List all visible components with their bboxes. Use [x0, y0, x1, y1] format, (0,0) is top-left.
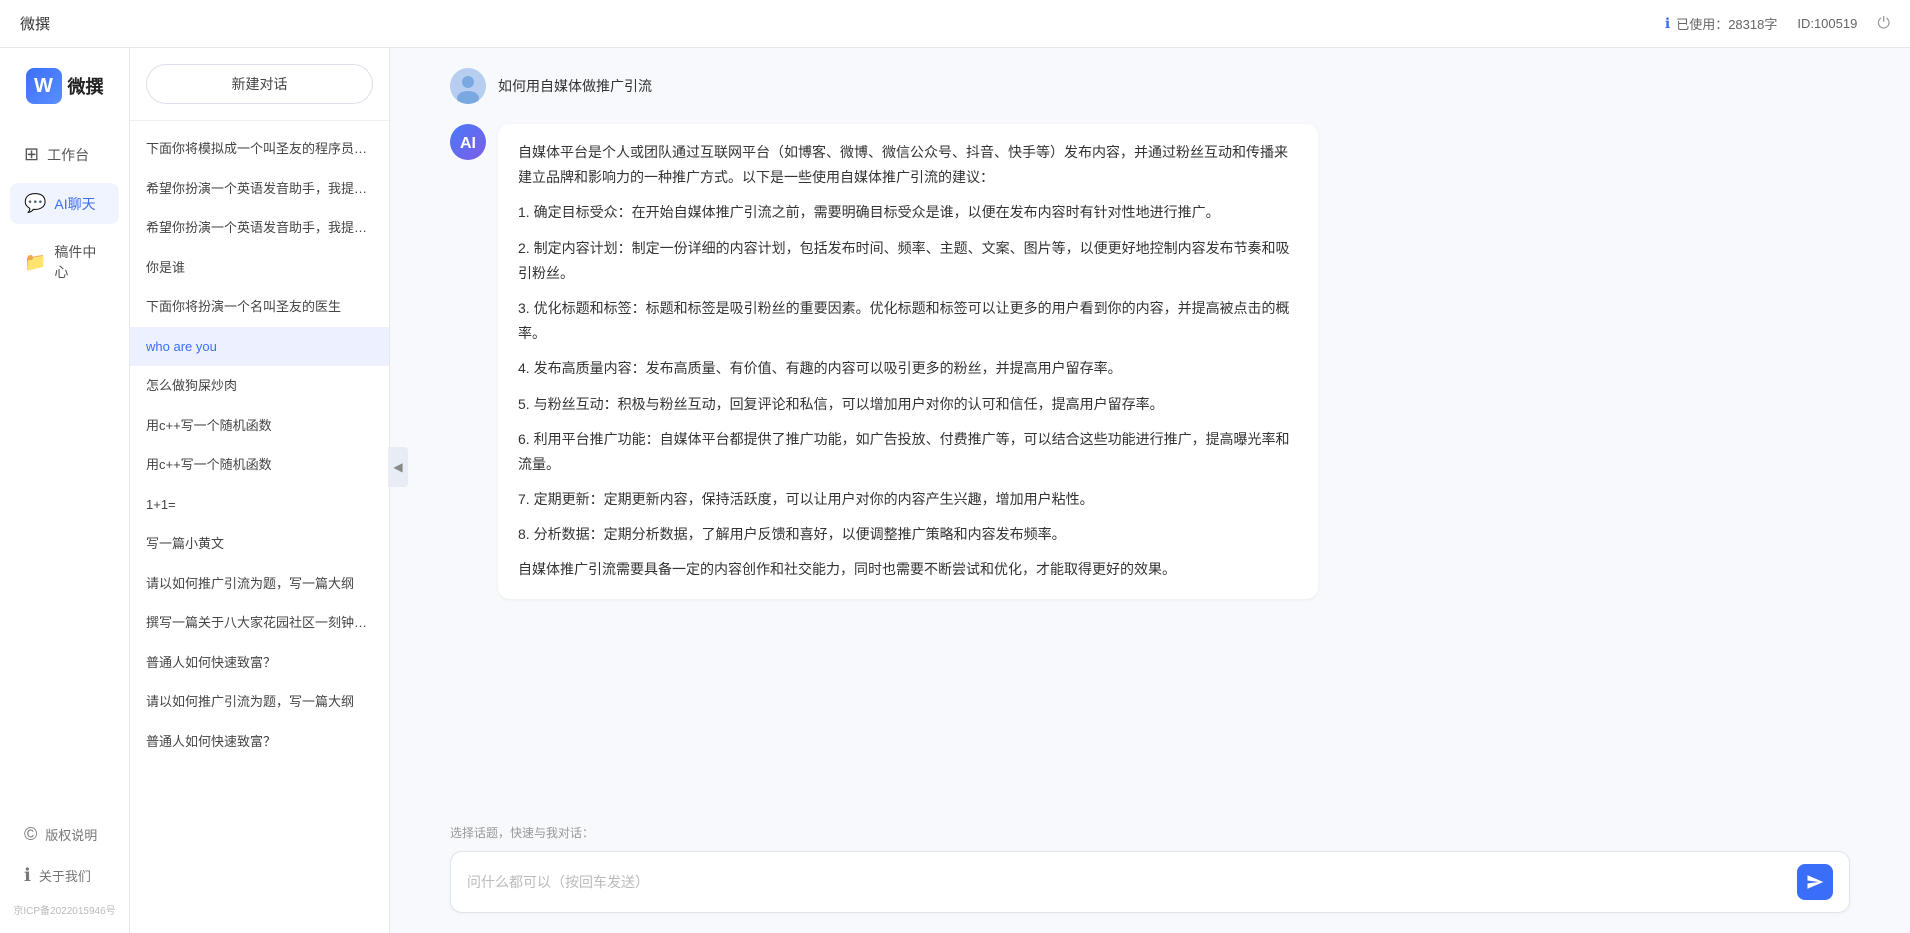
sidebar-item-drafts[interactable]: 📁 稿件中心 — [10, 232, 119, 292]
list-item[interactable]: 请以如何推广引流为题，写一篇大纲 — [130, 564, 389, 604]
chat-input[interactable] — [467, 870, 1787, 894]
sidebar-item-ai-chat[interactable]: 💬 AI聊天 — [10, 183, 119, 224]
copyright-label: 版权说明 — [45, 825, 97, 844]
ai-paragraph-7: 7. 定期更新：定期更新内容，保持活跃度，可以让用户对你的内容产生兴趣，增加用户… — [518, 487, 1298, 512]
list-item[interactable]: 普通人如何快速致富？ — [130, 722, 389, 762]
ai-message: AI 自媒体平台是个人或团队通过互联网平台（如博客、微博、微信公众号、抖音、快手… — [450, 124, 1850, 599]
ai-paragraph-2: 2. 制定内容计划：制定一份详细的内容计划，包括发布时间、频率、主题、文案、图片… — [518, 236, 1298, 286]
power-icon[interactable]: ⏻ — [1877, 15, 1890, 33]
ai-logo-icon: AI — [457, 131, 479, 153]
logo-w-icon: W — [26, 68, 62, 104]
list-item[interactable]: who are you — [130, 327, 389, 367]
sidebar-collapse-button[interactable]: ◀ — [388, 447, 408, 487]
info-icon: ℹ — [1665, 15, 1670, 32]
list-item[interactable]: 撰写一篇关于八大家花园社区一刻钟便民生... — [130, 603, 389, 643]
new-chat-button[interactable]: 新建对话 — [146, 64, 373, 104]
sidebar-item-copyright[interactable]: © 版权说明 — [10, 814, 119, 855]
ai-bubble: 自媒体平台是个人或团队通过互联网平台（如博客、微博、微信公众号、抖音、快手等）发… — [498, 124, 1318, 599]
list-item[interactable]: 希望你扮演一个英语发音助手，我提供给你... — [130, 208, 389, 248]
logo-text: 微撰 — [68, 73, 104, 99]
list-item[interactable]: 请以如何推广引流为题，写一篇大纲 — [130, 682, 389, 722]
quick-topics-label: 选择话题，快速与我对话： — [450, 824, 1850, 841]
list-item[interactable]: 怎么做狗屎炒肉 — [130, 366, 389, 406]
send-button[interactable] — [1797, 864, 1833, 900]
user-message: 如何用自媒体做推广引流 — [450, 68, 1850, 104]
chat-input-area: 选择话题，快速与我对话： — [390, 808, 1910, 933]
drafts-label: 稿件中心 — [54, 242, 105, 282]
sidebar-header: 新建对话 — [130, 48, 389, 121]
nav-bottom: © 版权说明 ℹ 关于我们 京ICP备2022015946号 — [0, 804, 129, 933]
workbench-label: 工作台 — [47, 145, 89, 165]
sidebar-item-about[interactable]: ℹ 关于我们 — [10, 855, 119, 896]
drafts-icon: 📁 — [24, 252, 46, 273]
list-item[interactable]: 下面你将模拟成一个叫圣友的程序员，我说... — [130, 129, 389, 169]
about-label: 关于我们 — [39, 866, 91, 885]
id-label: ID:100519 — [1797, 16, 1857, 31]
list-item[interactable]: 用c++写一个随机函数 — [130, 406, 389, 446]
user-avatar-icon — [450, 68, 486, 104]
user-avatar — [450, 68, 486, 104]
svg-text:AI: AI — [460, 135, 476, 152]
workbench-icon: ⊞ — [24, 144, 39, 165]
ai-chat-label: AI聊天 — [54, 194, 95, 214]
left-nav: W 微撰 ⊞ 工作台 💬 AI聊天 📁 稿件中心 © 版权说明 ℹ — [0, 48, 130, 933]
user-bubble: 如何用自媒体做推广引流 — [498, 68, 652, 96]
ai-chat-icon: 💬 — [24, 193, 46, 214]
ai-paragraph-1: 1. 确定目标受众：在开始自媒体推广引流之前，需要明确目标受众是谁，以便在发布内… — [518, 200, 1298, 225]
ai-paragraph-4: 4. 发布高质量内容：发布高质量、有价值、有趣的内容可以吸引更多的粉丝，并提高用… — [518, 356, 1298, 381]
ai-paragraph-8: 8. 分析数据：定期分析数据，了解用户反馈和喜好，以便调整推广策略和内容发布频率… — [518, 522, 1298, 547]
topbar: 微撰 ℹ 已使用：28318字 ID:100519 ⏻ — [0, 0, 1910, 48]
sidebar-item-workbench[interactable]: ⊞ 工作台 — [10, 134, 119, 175]
send-icon — [1806, 873, 1824, 891]
list-item[interactable]: 写一篇小黄文 — [130, 524, 389, 564]
topbar-right: ℹ 已使用：28318字 ID:100519 ⏻ — [1665, 14, 1890, 33]
about-icon: ℹ — [24, 865, 31, 886]
icp-text: 京ICP备2022015946号 — [10, 896, 119, 923]
list-item[interactable]: 你是谁 — [130, 248, 389, 288]
input-box — [450, 851, 1850, 913]
nav-items: ⊞ 工作台 💬 AI聊天 📁 稿件中心 — [0, 134, 129, 292]
ai-avatar: AI — [450, 124, 486, 160]
ai-paragraph-9: 自媒体推广引流需要具备一定的内容创作和社交能力，同时也需要不断尝试和优化，才能取… — [518, 557, 1298, 582]
ai-paragraph-0: 自媒体平台是个人或团队通过互联网平台（如博客、微博、微信公众号、抖音、快手等）发… — [518, 140, 1298, 190]
list-item[interactable]: 下面你将扮演一个名叫圣友的医生 — [130, 287, 389, 327]
main-layout: W 微撰 ⊞ 工作台 💬 AI聊天 📁 稿件中心 © 版权说明 ℹ — [0, 48, 1910, 933]
sidebar-list: 下面你将模拟成一个叫圣友的程序员，我说... 希望你扮演一个英语发音助手，我提供… — [130, 121, 389, 933]
ai-paragraph-6: 6. 利用平台推广功能：自媒体平台都提供了推广功能，如广告投放、付费推广等，可以… — [518, 427, 1298, 477]
topbar-title: 微撰 — [20, 13, 50, 34]
chat-area: 如何用自媒体做推广引流 AI 自媒体平台是个人或团队通过互联网平台（如博客、微博… — [390, 48, 1910, 933]
list-item[interactable]: 1+1= — [130, 485, 389, 525]
usage-info: ℹ 已使用：28318字 — [1665, 14, 1777, 33]
ai-paragraph-3: 3. 优化标题和标签：标题和标签是吸引粉丝的重要因素。优化标题和标签可以让更多的… — [518, 296, 1298, 346]
usage-text: 已使用：28318字 — [1676, 14, 1777, 33]
ai-paragraph-5: 5. 与粉丝互动：积极与粉丝互动，回复评论和私信，可以增加用户对你的认可和信任，… — [518, 392, 1298, 417]
logo-area: W 微撰 — [26, 68, 104, 104]
chat-messages: 如何用自媒体做推广引流 AI 自媒体平台是个人或团队通过互联网平台（如博客、微博… — [390, 48, 1910, 808]
list-item[interactable]: 普通人如何快速致富？ — [130, 643, 389, 683]
copyright-icon: © — [24, 824, 37, 845]
list-item[interactable]: 用c++写一个随机函数 — [130, 445, 389, 485]
sidebar: 新建对话 下面你将模拟成一个叫圣友的程序员，我说... 希望你扮演一个英语发音助… — [130, 48, 390, 933]
list-item[interactable]: 希望你扮演一个英语发音助手，我提供给你... — [130, 169, 389, 209]
